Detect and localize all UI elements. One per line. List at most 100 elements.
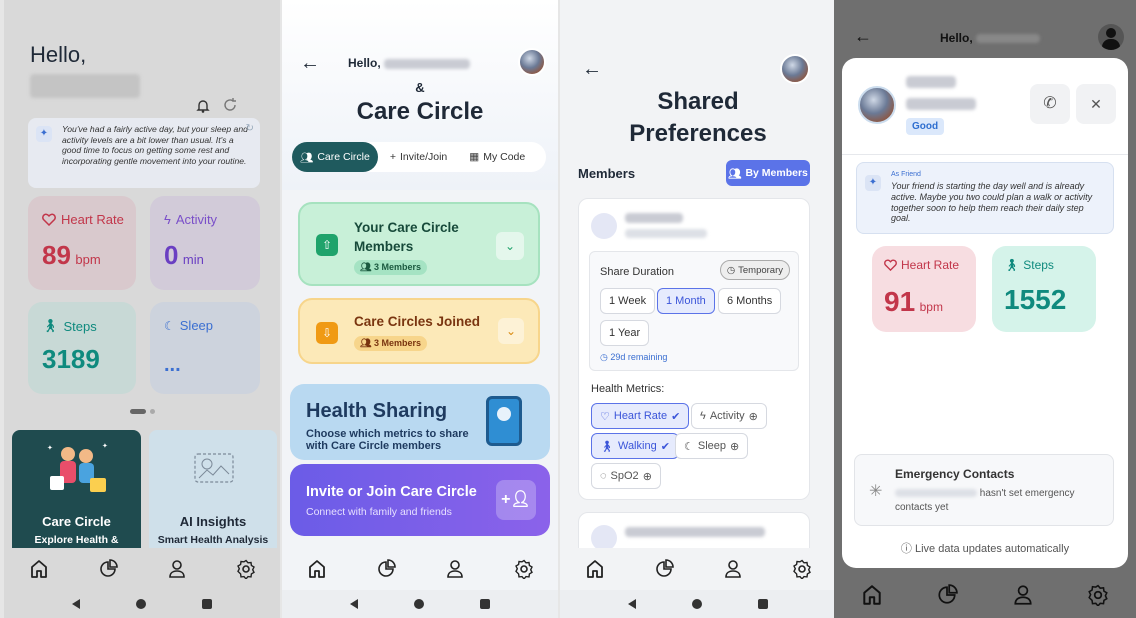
home-icon[interactable]: [580, 554, 610, 584]
health-sharing-sub: Choose which metrics to share with Care …: [306, 428, 469, 452]
health-sharing-card[interactable]: Health Sharing Choose which metrics to s…: [290, 384, 550, 460]
tab-invite-join[interactable]: + Invite/Join: [378, 151, 447, 163]
heart-rate-card[interactable]: Heart Rate 89 bpm: [28, 196, 136, 290]
tab-my-code[interactable]: ▦ My Code: [447, 151, 525, 163]
members-label: Members: [578, 166, 636, 181]
steps-card[interactable]: 🚶︎ Steps 3189: [28, 302, 136, 394]
member-name-blurred: [625, 213, 683, 223]
back-triangle-icon[interactable]: [628, 599, 636, 609]
activity-card[interactable]: ϟ Activity 0 min: [150, 196, 260, 290]
avatar[interactable]: [780, 54, 810, 84]
pie-chart-icon[interactable]: [371, 554, 401, 584]
recents-square-icon[interactable]: [202, 599, 212, 609]
health-sharing-title: Health Sharing: [306, 400, 448, 422]
home-icon[interactable]: [302, 554, 332, 584]
back-arrow-icon[interactable]: ←: [854, 26, 872, 47]
pie-chart-icon[interactable]: [93, 554, 123, 584]
ai-insights-promo-card[interactable]: AI Insights Smart Health Analysis: [149, 430, 277, 550]
user-name-blurred: [976, 34, 1041, 44]
home-circle-icon[interactable]: [414, 599, 424, 609]
screen-friend-detail: ← Hello, Good ✆ ✕ ✦ As Friend Your frien…: [834, 0, 1136, 618]
profile-icon[interactable]: [440, 554, 470, 584]
pie-chart-icon[interactable]: [649, 554, 679, 584]
heart-rate-card: Heart Rate 91 bpm: [872, 246, 976, 332]
joined-title: Care Circles Joined: [354, 314, 481, 329]
download-icon: ⇩: [316, 322, 338, 344]
insight-text: You've had a fairly active day, but your…: [62, 124, 248, 166]
sparkle-icon: ✦: [36, 126, 52, 142]
hello-row: Hello,: [940, 31, 1041, 45]
activity-label: Activity: [175, 212, 218, 227]
duration-6-months[interactable]: 6 Months: [718, 288, 782, 314]
system-nav: [282, 590, 558, 618]
analysis-illustration: [189, 450, 239, 495]
settings-icon[interactable]: [787, 554, 817, 584]
back-triangle-icon[interactable]: [72, 599, 80, 609]
sleep-card[interactable]: ☾ Sleep ...: [150, 302, 260, 394]
page-title: Shared Preferences: [629, 88, 767, 147]
joined-card[interactable]: ⇩ Care Circles Joined 👥︎ 3 Members ⌄: [298, 298, 540, 364]
add-person-icon: +: [389, 151, 396, 163]
profile-icon[interactable]: [718, 554, 748, 584]
refresh-icon[interactable]: [222, 97, 238, 118]
tab-care-circle-label: Care Circle: [317, 151, 370, 163]
asterisk-icon: ✳: [869, 483, 883, 500]
back-arrow-icon[interactable]: ←: [582, 58, 602, 81]
settings-icon[interactable]: [1083, 580, 1113, 610]
user-silhouette-icon[interactable]: [1098, 24, 1124, 50]
remaining-row: ◷ 29d remaining: [600, 352, 668, 362]
invite-join-card[interactable]: Invite or Join Care Circle Connect with …: [290, 464, 550, 536]
duration-1-week[interactable]: 1 Week: [600, 288, 656, 314]
friend-name-blurred: [906, 76, 956, 88]
home-circle-icon[interactable]: [136, 599, 146, 609]
duration-1-month[interactable]: 1 Month: [657, 288, 715, 314]
bottom-nav: [282, 548, 558, 590]
metric-heart-rate[interactable]: ♡ Heart Rate ✔: [591, 403, 690, 429]
check-icon: ✔: [671, 410, 681, 423]
divider: [842, 154, 1128, 155]
profile-icon[interactable]: [1008, 580, 1038, 610]
friend-modal: Good ✆ ✕ ✦ As Friend Your friend is star…: [842, 58, 1128, 568]
care-circle-promo-card[interactable]: ✦ ✦ Care Circle Explore Health &: [12, 430, 141, 550]
recents-square-icon[interactable]: [758, 599, 768, 609]
metric-activity[interactable]: ϟ Activity ⊕: [691, 403, 767, 429]
tab-invite-join-label: Invite/Join: [400, 151, 448, 163]
phone-button[interactable]: ✆: [1030, 84, 1070, 124]
tab-bar: 👥︎ Care Circle + Invite/Join ▦ My Code: [292, 142, 546, 172]
home-icon[interactable]: [24, 554, 54, 584]
close-button[interactable]: ✕: [1076, 84, 1116, 124]
members-card[interactable]: ⇧ Your Care Circle Members 👥︎ 3 Members …: [298, 202, 540, 286]
chevron-down-icon[interactable]: ⌄: [498, 318, 524, 344]
metric-spo2[interactable]: ◌ SpO2 ⊕: [591, 463, 661, 489]
tab-care-circle[interactable]: 👥︎ Care Circle: [292, 142, 378, 172]
duration-1-year[interactable]: 1 Year: [600, 320, 650, 346]
metric-sleep[interactable]: ☾ Sleep ⊕: [675, 433, 749, 459]
back-arrow-icon[interactable]: ←: [300, 52, 320, 75]
plus-circle-icon: ⊕: [748, 410, 758, 423]
metric-walking[interactable]: 🚶︎ Walking ✔: [591, 433, 679, 459]
home-circle-icon[interactable]: [692, 599, 702, 609]
back-triangle-icon[interactable]: [350, 599, 358, 609]
plus-circle-icon: ⊕: [642, 470, 652, 483]
settings-icon[interactable]: [509, 554, 539, 584]
bell-icon[interactable]: [196, 98, 210, 119]
members-badge: 👥︎ 3 Members: [354, 260, 427, 275]
by-members-button[interactable]: 👥︎ By Members: [726, 160, 810, 186]
chevron-down-icon[interactable]: ⌄: [496, 232, 524, 260]
metric-walking-label: Walking: [617, 440, 657, 452]
home-icon[interactable]: [857, 580, 887, 610]
avatar[interactable]: [518, 48, 546, 76]
recents-square-icon[interactable]: [480, 599, 490, 609]
svg-text:✦: ✦: [102, 442, 108, 450]
profile-icon[interactable]: [162, 554, 192, 584]
temporary-badge[interactable]: ◷ Temporary: [719, 260, 790, 280]
refresh-insight-icon[interactable]: ↻: [246, 123, 254, 134]
metric-spo2-label: SpO2: [610, 470, 639, 482]
family-illustration: ✦ ✦: [42, 440, 112, 500]
settings-icon[interactable]: [231, 554, 261, 584]
tab-my-code-label: My Code: [483, 151, 526, 163]
moon-icon: ☾: [164, 318, 175, 333]
share-duration-panel: Share Duration ◷ Temporary 1 Week 1 Month…: [589, 251, 799, 371]
sleep-value: ...: [164, 354, 181, 376]
pie-chart-icon[interactable]: [932, 580, 962, 610]
